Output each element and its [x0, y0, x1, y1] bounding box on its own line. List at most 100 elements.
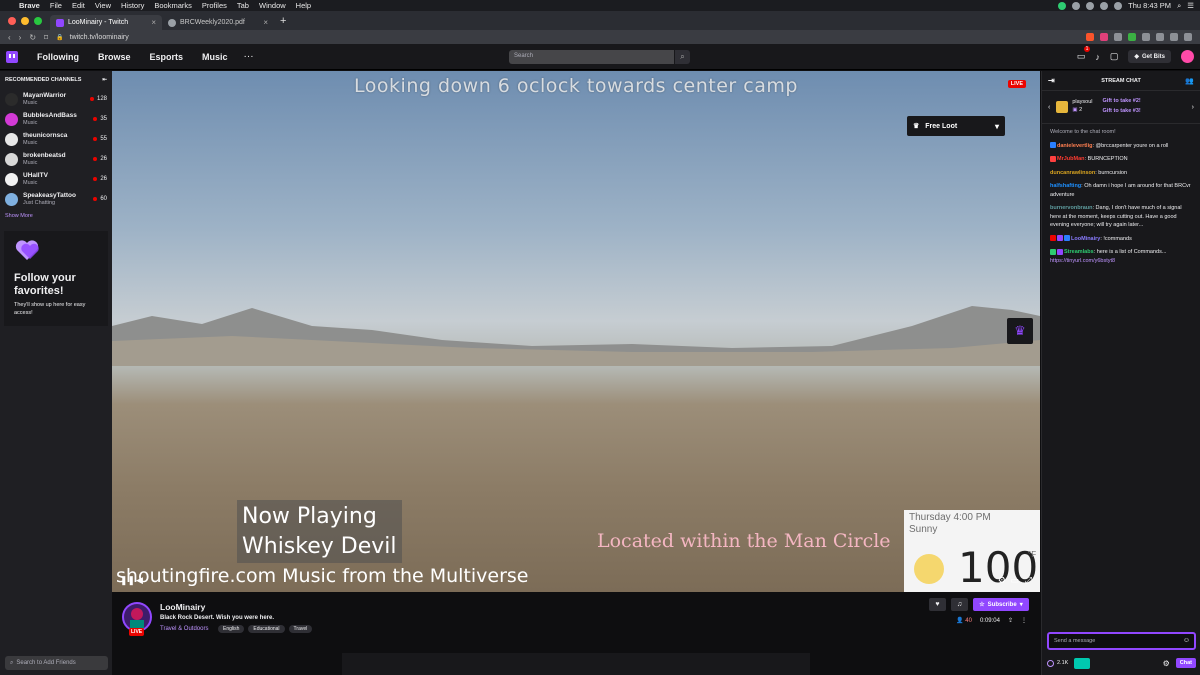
extension-icon[interactable]	[1128, 33, 1136, 41]
subscribe-button[interactable]: ☆ Subscribe ▾	[973, 598, 1029, 611]
nav-browse[interactable]: Browse	[98, 52, 131, 62]
loot-chest-icon[interactable]	[1074, 657, 1091, 669]
chat-username[interactable]: LooMinairy	[1071, 236, 1100, 242]
menu-profiles[interactable]: Profiles	[197, 1, 232, 10]
sidebar-channel-item[interactable]: SpeakeasyTattoo Just Chatting 60	[0, 189, 112, 209]
menubar-clock[interactable]: Thu 8:43 PM	[1128, 1, 1171, 10]
user-avatar[interactable]	[1181, 50, 1194, 63]
add-friends-input[interactable]: ⌕ Search to Add Friends	[5, 656, 108, 670]
nav-esports[interactable]: Esports	[150, 52, 184, 62]
spotlight-icon[interactable]: ⌕	[1177, 1, 1181, 11]
minimize-window-button[interactable]	[21, 16, 29, 25]
theatre-mode-icon[interactable]: ▭	[1010, 575, 1019, 586]
more-icon[interactable]: ···	[244, 51, 254, 62]
url-field[interactable]: twitch.tv/loominairy	[70, 34, 129, 41]
extension-icon[interactable]	[1114, 33, 1122, 41]
prime-loot-crown-button[interactable]: ♛	[1007, 318, 1033, 344]
close-tab-icon[interactable]: ×	[151, 18, 156, 27]
channel-points[interactable]: 2.1K	[1047, 659, 1068, 667]
tag-english[interactable]: English	[218, 625, 245, 633]
menu-file[interactable]: File	[45, 1, 67, 10]
status-icon[interactable]	[1086, 1, 1095, 10]
tag-travel[interactable]: Travel	[288, 625, 313, 633]
whispers-icon[interactable]: ▢	[1110, 51, 1119, 62]
streamer-name[interactable]: LooMinairy	[160, 602, 205, 612]
share-icon[interactable]: ⇪	[1008, 617, 1013, 624]
forward-icon[interactable]: ›	[19, 33, 22, 42]
browser-tab-pdf[interactable]: BRCWeekly2020.pdf ×	[162, 15, 274, 30]
chat-link[interactable]: https://tinyurl.com/y6bstyt8	[1050, 258, 1115, 264]
menu-bookmarks[interactable]: Bookmarks	[149, 1, 197, 10]
chat-settings-icon[interactable]: ⚙	[1163, 659, 1170, 668]
new-tab-button[interactable]: +	[280, 15, 286, 27]
reload-icon[interactable]: ↻	[29, 33, 36, 42]
emote-picker-icon[interactable]: ☺	[1183, 637, 1190, 644]
chat-username[interactable]: danielevertlig	[1057, 143, 1092, 149]
chevron-left-icon[interactable]: ‹	[1048, 104, 1050, 111]
menu-tab[interactable]: Tab	[232, 1, 254, 10]
tag-educational[interactable]: Educational	[248, 625, 285, 633]
bell-icon[interactable]: ♪	[1095, 52, 1100, 62]
collapse-chat-icon[interactable]: ⇥	[1048, 76, 1055, 85]
chat-input[interactable]: Send a message ☺	[1047, 632, 1196, 650]
show-more-link[interactable]: Show More	[0, 209, 112, 223]
gift-take-3-link[interactable]: Gift to take #3!	[1103, 107, 1141, 117]
more-options-icon[interactable]: ⋮	[1021, 617, 1027, 624]
nav-following[interactable]: Following	[37, 52, 79, 62]
get-bits-button[interactable]: ◆ Get Bits	[1128, 50, 1171, 63]
twitch-logo-icon[interactable]	[6, 50, 18, 63]
close-tab-icon[interactable]: ×	[263, 18, 268, 27]
menu-help[interactable]: Help	[291, 1, 316, 10]
status-icon[interactable]	[1058, 1, 1067, 10]
chat-username[interactable]: burnervonbraun	[1050, 205, 1092, 211]
collapse-sidebar-icon[interactable]: ⇤	[102, 77, 107, 83]
menu-icon[interactable]	[1184, 33, 1192, 41]
maximize-window-button[interactable]	[34, 16, 42, 25]
brave-rewards-icon[interactable]	[1100, 33, 1108, 41]
menu-window[interactable]: Window	[254, 1, 291, 10]
sidebar-channel-item[interactable]: UHallTV Music 26	[0, 169, 112, 189]
free-loot-button[interactable]: ♛ Free Loot ▾	[907, 116, 1005, 136]
gift-user-name[interactable]: playsoul	[1072, 99, 1092, 105]
stream-category[interactable]: Travel & Outdoors	[160, 626, 208, 632]
extension-icon[interactable]	[1156, 33, 1164, 41]
sidebar-channel-item[interactable]: BubblesAndBass Music 35	[0, 109, 112, 129]
status-icon[interactable]	[1072, 1, 1081, 10]
follow-heart-button[interactable]: ♥	[929, 598, 946, 611]
volume-icon[interactable]: ◀	[136, 575, 143, 586]
control-center-icon[interactable]: ☰	[1187, 1, 1194, 10]
notification-bell-button[interactable]: ♫	[951, 598, 968, 611]
sidebar-channel-item[interactable]: MayanWarrior Music 128	[0, 89, 112, 109]
puzzle-icon[interactable]	[1170, 33, 1178, 41]
users-icon[interactable]: 👥	[1185, 77, 1194, 85]
menu-view[interactable]: View	[90, 1, 116, 10]
video-player[interactable]: Looking down 6 oclock towards center cam…	[112, 71, 1040, 592]
gift-take-2-link[interactable]: Gift to take #2!	[1103, 97, 1141, 107]
chat-username[interactable]: duncanrawlinson	[1050, 170, 1095, 176]
chat-username[interactable]: halfshafting	[1050, 183, 1081, 189]
nav-music[interactable]: Music	[202, 52, 228, 62]
back-icon[interactable]: ‹	[8, 33, 11, 42]
inbox-icon[interactable]: ▭ 1	[1077, 46, 1091, 62]
battery-icon[interactable]	[1114, 1, 1123, 10]
chat-send-button[interactable]: Chat	[1175, 658, 1196, 668]
sidebar-channel-item[interactable]: theunicornsca Music 55	[0, 129, 112, 149]
settings-icon[interactable]: ⚙	[998, 575, 1006, 586]
search-input[interactable]: Search	[509, 50, 674, 64]
menu-history[interactable]: History	[116, 1, 149, 10]
chat-username[interactable]: Streamlabs	[1064, 249, 1094, 255]
bookmark-icon[interactable]: ⌑	[44, 33, 48, 42]
menu-edit[interactable]: Edit	[67, 1, 90, 10]
browser-tab-twitch[interactable]: LooMinairy - Twitch ×	[50, 15, 162, 30]
play-pause-icon[interactable]: ❚❚	[120, 575, 135, 586]
search-icon[interactable]: ⌕	[675, 50, 690, 64]
brave-shields-icon[interactable]	[1086, 33, 1094, 41]
wifi-icon[interactable]	[1100, 1, 1109, 10]
fullscreen-icon[interactable]: ⤢	[1025, 575, 1032, 586]
extension-icon[interactable]	[1142, 33, 1150, 41]
chat-username[interactable]: MrJubMan	[1057, 156, 1085, 162]
chevron-right-icon[interactable]: ›	[1192, 104, 1194, 111]
sidebar-channel-item[interactable]: brokenbeatsd Music 26	[0, 149, 112, 169]
menu-app[interactable]: Brave	[14, 1, 45, 10]
close-window-button[interactable]	[8, 16, 16, 25]
